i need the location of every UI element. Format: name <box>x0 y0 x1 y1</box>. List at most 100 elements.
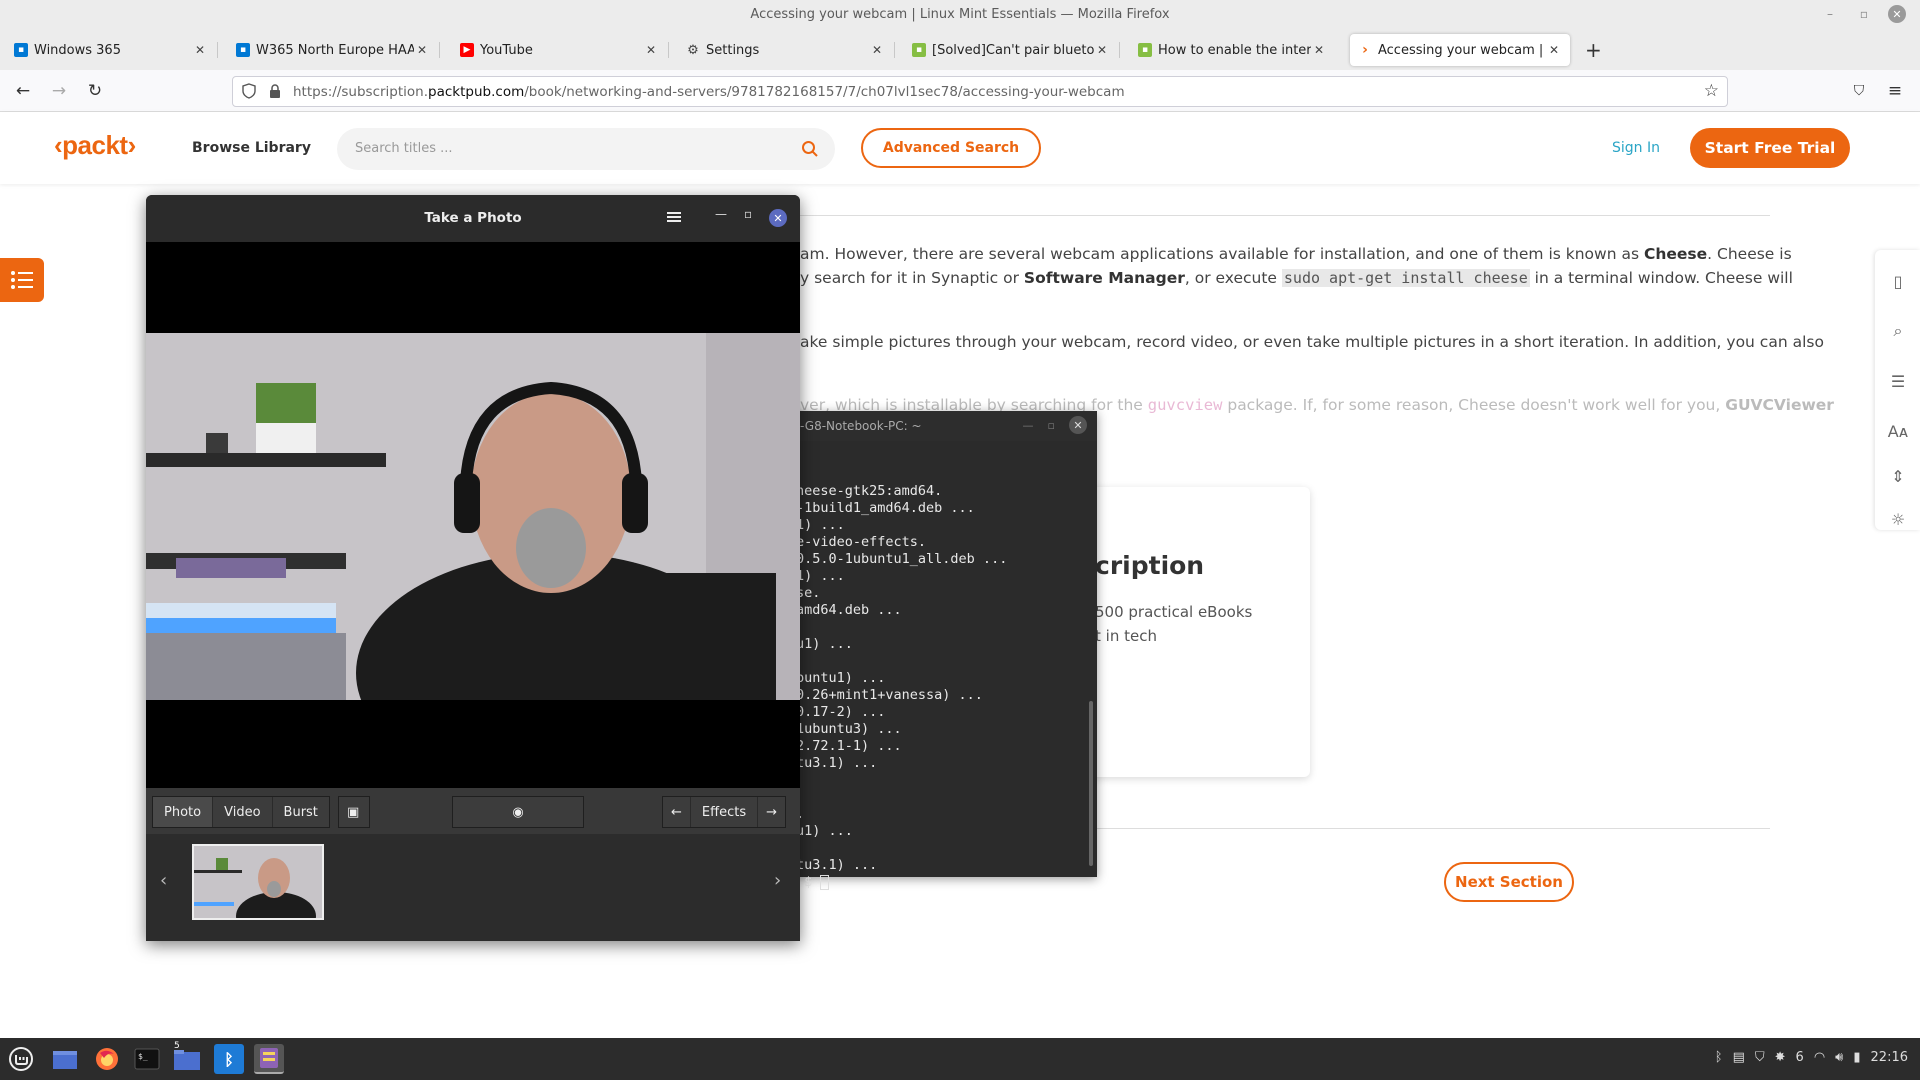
close-icon[interactable]: ✕ <box>1069 416 1087 434</box>
cheese-window[interactable]: Take a Photo — ▫ ✕ Photo Video Burst ▣ ◉… <box>146 195 800 941</box>
bookmark-star-icon[interactable]: ☆ <box>1704 81 1719 101</box>
terminal-title: -G8-Notebook-PC: ~ <box>800 419 922 433</box>
bookmark-icon[interactable]: ▯ <box>1887 270 1909 292</box>
effects-button[interactable]: Effects <box>691 797 759 827</box>
window-titlebar: Accessing your webcam | Linux Mint Essen… <box>0 0 1920 30</box>
packt-logo[interactable]: ‹packt› <box>54 130 136 161</box>
notification-count: 6 <box>1795 1050 1804 1065</box>
close-window-icon[interactable]: ✕ <box>1888 5 1906 23</box>
tracking-shield-icon[interactable] <box>241 83 257 99</box>
search-icon[interactable] <box>801 140 819 158</box>
sign-in-link[interactable]: Sign In <box>1612 140 1660 156</box>
prev-effects-icon[interactable]: ← <box>663 797 691 827</box>
chevron-right-icon[interactable]: › <box>774 870 781 891</box>
maximize-icon[interactable]: ▫ <box>1048 419 1055 432</box>
article-paragraph-line: y search for it in Synaptic or Software … <box>800 269 1793 287</box>
terminal-icon[interactable]: $_ <box>132 1044 162 1074</box>
photo-thumbnail[interactable] <box>192 844 324 920</box>
cheese-headerbar[interactable]: Take a Photo — ▫ ✕ <box>146 195 800 242</box>
fullscreen-button[interactable]: ▣ <box>338 796 370 828</box>
hamburger-menu-icon[interactable] <box>666 209 682 225</box>
terminal-scrollbar[interactable] <box>1089 701 1093 866</box>
wifi-icon[interactable]: ◠ <box>1814 1050 1825 1065</box>
minimize-icon[interactable]: — <box>1023 419 1034 432</box>
tab-close-icon[interactable]: ✕ <box>869 43 885 57</box>
tab-close-icon[interactable]: ✕ <box>1094 43 1110 57</box>
advanced-search-button[interactable]: Advanced Search <box>861 128 1041 168</box>
forward-button[interactable]: → <box>48 80 70 102</box>
shield-icon[interactable]: ⛉ <box>1755 1050 1765 1065</box>
url-text[interactable]: https://subscription.packtpub.com/book/n… <box>293 84 1125 100</box>
camera-switch-icon: ▣ <box>347 804 360 820</box>
search-in-book-icon[interactable]: ⌕ <box>1887 320 1909 342</box>
browse-library-link[interactable]: Browse Library <box>192 140 311 156</box>
terminal-line: 0.5.0-1ubuntu1_all.deb ... <box>796 551 1008 567</box>
line-spacing-icon[interactable]: ⇕ <box>1887 465 1909 487</box>
bluetooth-tray-icon[interactable]: ᛒ <box>1715 1050 1723 1065</box>
tab-label: How to enable the internal <box>1158 42 1311 58</box>
font-size-icon[interactable]: Aᴀ <box>1887 420 1909 442</box>
start-free-trial-button[interactable]: Start Free Trial <box>1690 128 1850 168</box>
burst-mode-button[interactable]: Burst <box>273 797 329 827</box>
close-icon[interactable]: ✕ <box>769 209 787 227</box>
notifications-icon[interactable]: ✸ <box>1775 1050 1786 1065</box>
clock[interactable]: 22:16 <box>1871 1050 1908 1065</box>
webcam-feed-image <box>146 333 800 700</box>
maximize-icon[interactable]: ▫ <box>744 207 752 221</box>
hamburger-menu-icon[interactable]: ≡ <box>1884 80 1906 102</box>
clipboard-icon[interactable]: ▤ <box>1733 1050 1745 1065</box>
tab-youtube[interactable]: ▶ YouTube ✕ <box>452 34 669 66</box>
cheese-app-icon[interactable] <box>254 1044 284 1074</box>
bluetooth-manager-icon[interactable]: ᛒ <box>214 1044 244 1074</box>
video-mode-button[interactable]: Video <box>213 797 273 827</box>
mint-menu-icon[interactable] <box>6 1044 36 1074</box>
next-section-button[interactable]: Next Section <box>1444 862 1574 902</box>
tab-solved-bluetooth[interactable]: ▪ [Solved]Can't pair bluetoot ✕ <box>904 34 1120 66</box>
address-bar[interactable]: https://subscription.packtpub.com/book/n… <box>232 76 1728 107</box>
terminal-line: 0.26+mint1+vanessa) ... <box>796 687 983 703</box>
tab-w365-north-europe[interactable]: ▪ W365 North Europe HAAD \ ✕ <box>228 34 440 66</box>
brightness-icon[interactable]: ☼ <box>1887 508 1909 530</box>
minimize-icon[interactable]: — <box>715 207 727 221</box>
site-search[interactable]: Search titles ... <box>337 128 835 170</box>
terminal-line: 1) ... <box>796 568 845 584</box>
tab-accessing-webcam[interactable]: › Accessing your webcam | Li ✕ <box>1350 34 1570 66</box>
outline-icon[interactable]: ☰ <box>1887 370 1909 392</box>
camera-icon: ◉ <box>512 804 524 820</box>
tab-close-icon[interactable]: ✕ <box>1546 43 1562 57</box>
maximize-icon[interactable]: ▫ <box>1854 4 1874 24</box>
terminal-titlebar[interactable]: -G8-Notebook-PC: ~ — ▫ ✕ <box>786 411 1097 441</box>
terminal-controls: — ▫ ✕ <box>1023 416 1087 434</box>
tab-label: Accessing your webcam | Li <box>1378 42 1546 58</box>
chevron-left-icon[interactable]: ‹ <box>160 870 167 891</box>
tab-close-icon[interactable]: ✕ <box>643 43 659 57</box>
packt-icon: › <box>1362 42 1368 58</box>
photo-mode-button[interactable]: Photo <box>153 797 214 827</box>
firefox-icon[interactable] <box>92 1044 122 1074</box>
volume-icon[interactable]: 🔊︎ <box>1835 1050 1843 1065</box>
terminal-output[interactable]: heese-gtk25:amd64. -1build1_amd64.deb ...… <box>796 483 1007 891</box>
reload-button[interactable]: ↻ <box>84 80 106 102</box>
table-of-contents-button[interactable] <box>0 258 44 302</box>
take-photo-button[interactable]: ◉ <box>452 796 584 828</box>
tab-close-icon[interactable]: ✕ <box>1311 43 1327 57</box>
lock-icon[interactable] <box>267 83 283 99</box>
tab-windows-365[interactable]: ▪ Windows 365 ✕ <box>6 34 218 66</box>
minimize-icon[interactable]: – <box>1820 4 1840 24</box>
next-effects-icon[interactable]: → <box>758 797 785 827</box>
show-desktop-icon[interactable] <box>50 1044 80 1074</box>
battery-icon[interactable]: ▮ <box>1853 1050 1860 1065</box>
terminal-cursor <box>820 874 830 890</box>
tab-enable-internal[interactable]: ▪ How to enable the internal ✕ <box>1130 34 1335 66</box>
search-placeholder[interactable]: Search titles ... <box>355 141 453 156</box>
terminal-window[interactable]: -G8-Notebook-PC: ~ — ▫ ✕ heese-gtk25:amd… <box>786 411 1097 890</box>
files-folder-icon[interactable]: 5 <box>172 1041 202 1074</box>
back-button[interactable]: ← <box>12 80 34 102</box>
pocket-icon[interactable]: ⛉ <box>1848 80 1870 102</box>
tab-close-icon[interactable]: ✕ <box>192 43 208 57</box>
mode-selector: Photo Video Burst <box>152 796 330 828</box>
tab-close-icon[interactable]: ✕ <box>414 43 430 57</box>
new-tab-button[interactable]: + <box>1585 38 1602 62</box>
tab-settings[interactable]: ⚙ Settings ✕ <box>678 34 895 66</box>
